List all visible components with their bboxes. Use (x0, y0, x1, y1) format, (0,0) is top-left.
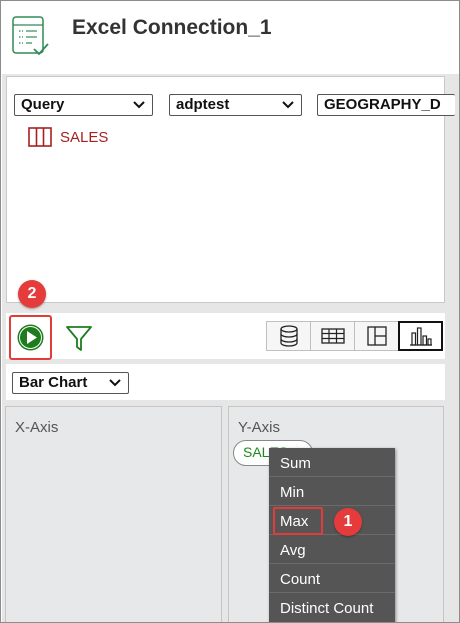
chevron-down-icon (133, 101, 145, 109)
database-value: adptest (176, 96, 230, 113)
view-bar-chart-button[interactable] (398, 321, 443, 351)
y-axis-label: Y-Axis (238, 419, 280, 436)
max-highlight-box (273, 507, 323, 535)
menu-item-avg[interactable]: Avg (269, 535, 395, 564)
schema-select[interactable]: GEOGRAPHY_D (317, 94, 455, 116)
excel-connection-panel: Excel Connection_1 Query adptest GEOGRAP… (0, 0, 460, 623)
table-item-label: SALES (60, 128, 109, 146)
chevron-down-icon (109, 379, 121, 387)
chart-type-select[interactable]: Bar Chart (12, 372, 129, 394)
x-axis-label: X-Axis (15, 419, 59, 436)
menu-item-sum[interactable]: Sum (269, 448, 395, 477)
menu-item-count[interactable]: Count (269, 564, 395, 593)
step-badge-1: 1 (334, 508, 362, 536)
x-axis-dropzone[interactable]: X-Axis (5, 406, 222, 622)
view-switcher (266, 321, 443, 351)
aggregate-menu: Sum Min Max Avg Count Distinct Count (269, 448, 395, 622)
chevron-down-icon (282, 101, 294, 109)
query-type-value: Query (21, 96, 65, 113)
schema-value: GEOGRAPHY_D (324, 96, 441, 113)
header: Excel Connection_1 (2, 2, 459, 74)
database-icon (279, 325, 298, 347)
view-database-button[interactable] (266, 321, 311, 351)
grid-icon (320, 328, 345, 344)
menu-item-min[interactable]: Min (269, 477, 395, 506)
table-icon (28, 127, 52, 147)
chart-type-value: Bar Chart (19, 374, 88, 391)
view-layout-button[interactable] (354, 321, 399, 351)
filter-icon[interactable] (64, 323, 94, 353)
bar-chart-icon (409, 327, 432, 346)
step-badge-2: 2 (18, 280, 46, 308)
query-type-select[interactable]: Query (14, 94, 153, 116)
menu-item-distinct-count[interactable]: Distinct Count (269, 593, 395, 622)
run-button-highlight (9, 315, 52, 360)
view-grid-button[interactable] (310, 321, 355, 351)
connection-title: Excel Connection_1 (72, 16, 272, 39)
spreadsheet-check-icon (12, 16, 49, 56)
layout-icon (366, 326, 387, 346)
table-item-sales[interactable]: SALES (28, 127, 108, 147)
database-select[interactable]: adptest (169, 94, 302, 116)
play-icon[interactable] (16, 323, 45, 352)
